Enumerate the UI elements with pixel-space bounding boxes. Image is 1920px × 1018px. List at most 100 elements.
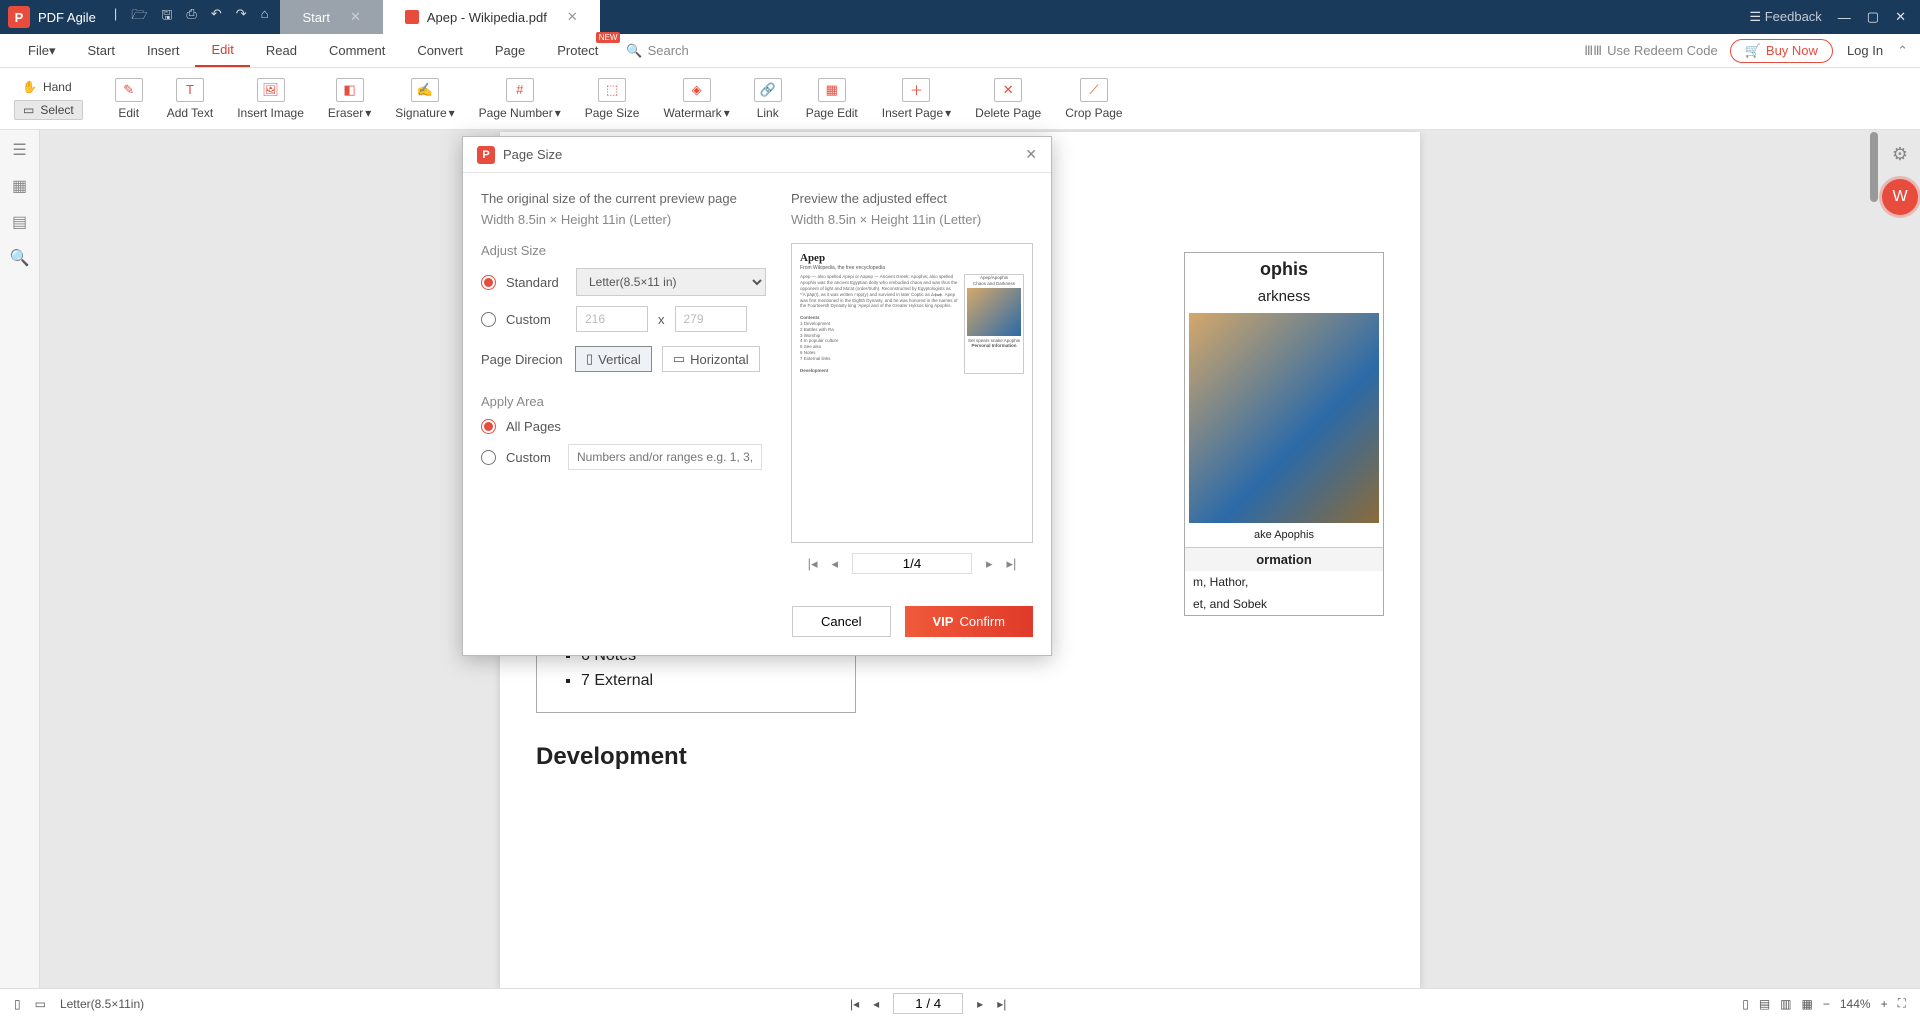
print-icon[interactable]: ⎙ [186, 6, 196, 28]
infobox-row: m, Hathor, [1185, 571, 1383, 593]
maximize-icon[interactable]: ▢ [1867, 9, 1879, 25]
search-panel-icon[interactable]: 🔍 [10, 248, 30, 268]
custom-size-radio[interactable] [481, 312, 496, 327]
preview-pane: Apep From Wikipedia, the free encycloped… [791, 243, 1033, 543]
fullscreen-icon[interactable]: ⛶ [1898, 996, 1906, 1011]
last-page-icon[interactable]: ▸| [997, 997, 1006, 1011]
edit-button[interactable]: ✎Edit [115, 78, 143, 120]
convert-word-button[interactable]: W [1882, 179, 1918, 215]
page-size-button[interactable]: ⬚Page Size [585, 78, 640, 120]
watermark-button[interactable]: ◈Watermark ▾ [663, 78, 729, 120]
insert-image-button[interactable]: 🖼Insert Image [237, 78, 304, 120]
view-facing-icon[interactable]: ▥ [1780, 997, 1791, 1011]
infobox-image [1189, 313, 1379, 523]
first-page-icon[interactable]: |◂ [850, 997, 859, 1011]
custom-label: Custom [506, 312, 566, 327]
home-icon[interactable]: ⌂ [261, 6, 269, 28]
add-text-button[interactable]: TAdd Text [167, 78, 213, 120]
infobox: ophis arkness ake Apophis ormation m, Ha… [1184, 252, 1384, 616]
width-input[interactable] [576, 306, 648, 332]
hand-tool[interactable]: ✋ Hand [14, 78, 83, 96]
tab-label: Apep - Wikipedia.pdf [427, 10, 547, 25]
next-page-icon[interactable]: ▸ [986, 556, 993, 572]
custom-label: Custom [506, 450, 558, 465]
eraser-button[interactable]: ◧Eraser ▾ [328, 78, 371, 120]
paper-size-select[interactable]: Letter(8.5×11 in) [576, 268, 766, 296]
page-range-input[interactable] [568, 444, 762, 470]
page-layout-icon[interactable]: ▭ [35, 997, 46, 1011]
buy-now-button[interactable]: 🛒 Buy Now [1730, 39, 1833, 63]
view-continuous-icon[interactable]: ▤ [1759, 997, 1770, 1011]
page-layout-icon[interactable]: ▯ [14, 997, 21, 1011]
next-page-icon[interactable]: ▸ [977, 997, 983, 1011]
close-icon[interactable]: ✕ [350, 9, 361, 25]
menu-comment[interactable]: Comment [313, 34, 401, 67]
scrollbar-thumb[interactable] [1870, 132, 1878, 202]
cancel-button[interactable]: Cancel [792, 606, 890, 637]
undo-icon[interactable]: ↶ [211, 6, 222, 28]
ribbon: ✋ Hand ▭ Select ✎Edit TAdd Text 🖼Insert … [0, 68, 1920, 130]
menu-read[interactable]: Read [250, 34, 313, 67]
prev-page-icon[interactable]: ◂ [831, 556, 838, 572]
preview-page-input[interactable] [852, 553, 972, 574]
settings-icon[interactable]: ⚙ [1892, 144, 1908, 165]
zoom-level: 144% [1840, 997, 1871, 1011]
all-pages-radio[interactable] [481, 419, 496, 434]
view-single-icon[interactable]: ▯ [1742, 997, 1749, 1011]
save-icon[interactable]: 🖫 [161, 6, 172, 28]
link-button[interactable]: 🔗Link [754, 78, 782, 120]
view-book-icon[interactable]: ▦ [1802, 997, 1813, 1011]
menu-file[interactable]: File ▾ [12, 34, 71, 67]
close-icon[interactable]: ✕ [567, 9, 578, 25]
close-icon[interactable]: ✕ [1025, 146, 1037, 163]
toc-item[interactable]: 7 External [581, 669, 833, 694]
feedback-link[interactable]: ☰ Feedback [1749, 9, 1821, 25]
delete-page-button[interactable]: ✕Delete Page [975, 78, 1041, 120]
quick-access: | 🗁 🖫 ⎙ ↶ ↷ ⌂ [114, 6, 269, 28]
page-number-button[interactable]: #Page Number ▾ [479, 78, 561, 120]
page-input[interactable] [893, 993, 963, 1014]
menu-search[interactable]: 🔍 Search [626, 43, 688, 59]
page-edit-button[interactable]: ▦Page Edit [806, 78, 858, 120]
menu-page[interactable]: Page [479, 34, 541, 67]
adjust-size-label: Adjust Size [481, 243, 791, 258]
tab-start[interactable]: Start ✕ [280, 0, 382, 34]
preview-label: Preview the adjusted effect [791, 191, 1033, 206]
redo-icon[interactable]: ↷ [236, 6, 247, 28]
crop-page-button[interactable]: ⟋Crop Page [1065, 78, 1122, 120]
annotations-icon[interactable]: ▤ [12, 212, 27, 232]
menu-protect[interactable]: Protect [541, 34, 614, 67]
zoom-out-icon[interactable]: − [1823, 997, 1830, 1011]
page-size-dialog: P Page Size ✕ The original size of the c… [462, 136, 1052, 656]
collapse-ribbon-icon[interactable]: ⌃ [1897, 43, 1908, 59]
left-sidebar: ☰ ▦ ▤ 🔍 [0, 130, 40, 988]
tab-label: Start [302, 10, 329, 25]
horizontal-button[interactable]: ▭ Horizontal [662, 346, 760, 372]
redeem-code[interactable]: ⅢⅢ Use Redeem Code [1584, 43, 1718, 59]
select-tool[interactable]: ▭ Select [14, 100, 83, 120]
insert-page-button[interactable]: ＋Insert Page ▾ [882, 78, 951, 120]
app-name: PDF Agile [38, 10, 96, 25]
zoom-in-icon[interactable]: + [1881, 997, 1888, 1011]
minimize-icon[interactable]: — [1838, 10, 1851, 25]
menu-edit[interactable]: Edit [195, 34, 249, 67]
confirm-button[interactable]: VIP Confirm [905, 606, 1033, 637]
original-size-value: Width 8.5in × Height 11in (Letter) [481, 212, 791, 227]
menu-insert[interactable]: Insert [131, 34, 196, 67]
login-link[interactable]: Log In [1847, 43, 1883, 58]
standard-radio[interactable] [481, 275, 496, 290]
thumbnails-icon[interactable]: ▦ [12, 176, 27, 196]
open-icon[interactable]: 🗁 [131, 6, 147, 28]
last-page-icon[interactable]: ▸| [1007, 556, 1017, 572]
signature-button[interactable]: ✍Signature ▾ [395, 78, 454, 120]
outline-icon[interactable]: ☰ [12, 140, 26, 160]
prev-page-icon[interactable]: ◂ [873, 997, 879, 1011]
custom-range-radio[interactable] [481, 450, 496, 465]
menu-start[interactable]: Start [71, 34, 130, 67]
close-icon[interactable]: ✕ [1895, 9, 1906, 25]
menu-convert[interactable]: Convert [401, 34, 479, 67]
height-input[interactable] [675, 306, 747, 332]
vertical-button[interactable]: ▯ Vertical [575, 346, 652, 372]
tab-document[interactable]: Apep - Wikipedia.pdf ✕ [383, 0, 600, 34]
first-page-icon[interactable]: |◂ [808, 556, 818, 572]
